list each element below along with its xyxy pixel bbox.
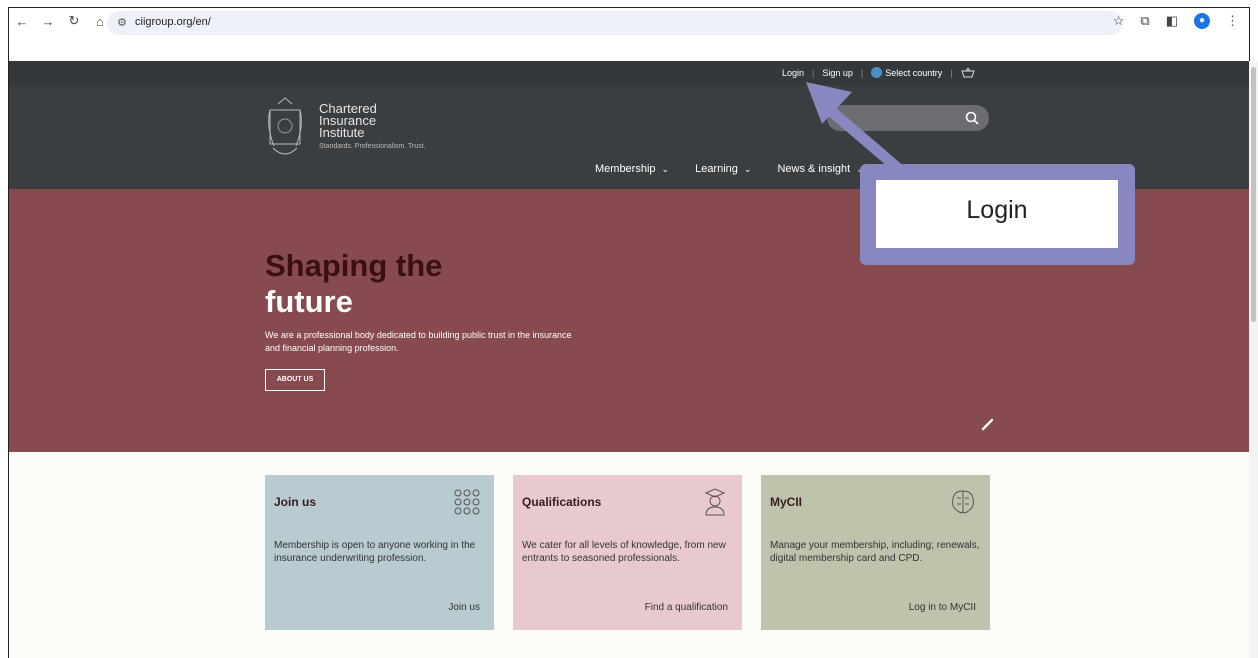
utility-links: Login | Sign up | Select country |	[782, 67, 975, 78]
extensions-icon[interactable]: ⧉	[1140, 13, 1149, 29]
profile-icon[interactable]: ●	[1194, 13, 1210, 29]
star-icon[interactable]: ☆	[1113, 13, 1125, 29]
search-input[interactable]	[827, 105, 989, 131]
hero-title: Shaping the	[265, 248, 443, 283]
menu-icon[interactable]: ⋮	[1226, 13, 1239, 29]
callout-label: Login	[966, 196, 1028, 224]
chevron-down-icon: ⌄	[743, 164, 752, 174]
hero-title: future	[265, 284, 353, 319]
reload-icon[interactable]: ↻	[67, 13, 81, 29]
browser-toolbar: ← → ↻ ⌂ ⚙ ciigroup.org/en/ ☆ ⧉ ◧ ● ⋮	[8, 7, 1250, 61]
browser-actions: ☆ ⧉ ◧ ● ⋮	[1113, 13, 1239, 29]
forward-icon[interactable]: →	[41, 14, 55, 29]
select-country-link[interactable]: Select country	[871, 67, 942, 78]
back-icon[interactable]: ←	[15, 14, 29, 29]
brain-icon	[952, 490, 974, 514]
home-icon[interactable]: ⌂	[93, 14, 107, 29]
nav-item-news-insight[interactable]: News & insight⌄	[777, 163, 863, 175]
callout-box: Login	[876, 180, 1118, 248]
card-description: Manage your membership, including; renew…	[770, 540, 980, 564]
brand-line: Institute	[319, 125, 365, 140]
pencil-icon[interactable]	[981, 417, 995, 431]
nav-label: Learning	[695, 163, 738, 175]
about-us-button[interactable]: ABOUT US	[265, 369, 325, 391]
divider: |	[860, 67, 864, 78]
sidepanel-icon[interactable]: ◧	[1166, 13, 1178, 29]
network-icon	[454, 489, 480, 515]
join-us-link[interactable]: Join us	[448, 602, 480, 613]
search-icon[interactable]	[965, 111, 979, 125]
divider: |	[950, 67, 953, 78]
nav-label: Membership	[595, 163, 656, 175]
cii-crest-logo[interactable]	[264, 96, 306, 162]
main-navigation: Membership ⌄ Learning ⌄ News & insight⌄	[595, 163, 864, 175]
chevron-down-icon: ⌄	[661, 164, 670, 174]
nav-label: News & insight	[777, 163, 851, 175]
card-description: Membership is open to anyone working in …	[274, 540, 476, 564]
globe-icon	[871, 67, 883, 78]
nav-item-learning[interactable]: Learning ⌄	[695, 163, 751, 175]
graduate-icon	[704, 488, 726, 516]
utility-bar: Login | Sign up | Select country |	[9, 61, 1249, 85]
url-text: ciigroup.org/en/	[135, 16, 211, 28]
select-country-label: Select country	[885, 68, 943, 78]
card-description: We cater for all levels of knowledge, fr…	[522, 540, 726, 564]
find-qualification-link[interactable]: Find a qualification	[645, 602, 728, 613]
login-link[interactable]: Login	[782, 68, 804, 78]
signup-link[interactable]: Sign up	[822, 68, 853, 78]
scrollbar-thumb[interactable]	[1251, 67, 1256, 322]
basket-icon[interactable]	[960, 67, 975, 78]
scrollbar[interactable]	[1249, 61, 1258, 658]
brand-tagline: Standards. Professionalism. Trust.	[319, 143, 426, 150]
site-info-icon[interactable]: ⚙	[117, 16, 127, 29]
qualifications-card[interactable]: Qualifications We cater for all levels o…	[513, 475, 742, 630]
login-mycii-link[interactable]: Log in to MyCII	[909, 602, 976, 613]
feature-cards: Join us Membership is open to anyone wor…	[265, 475, 990, 630]
page-viewport: Login | Sign up | Select country | Chart…	[8, 61, 1249, 658]
annotation-callout: Login	[860, 164, 1135, 265]
hero-description: We are a professional body dedicated to …	[265, 330, 572, 353]
divider: |	[812, 67, 815, 78]
address-bar[interactable]: ⚙ ciigroup.org/en/	[107, 11, 1123, 35]
mycii-card[interactable]: MyCII Manage your membership, including;…	[761, 475, 990, 630]
join-us-card[interactable]: Join us Membership is open to anyone wor…	[265, 475, 494, 630]
nav-item-membership[interactable]: Membership ⌄	[595, 163, 669, 175]
brand-name[interactable]: Chartered Insurance Institute Standards.…	[319, 102, 426, 150]
browser-nav-buttons: ← → ↻ ⌂	[15, 13, 107, 29]
